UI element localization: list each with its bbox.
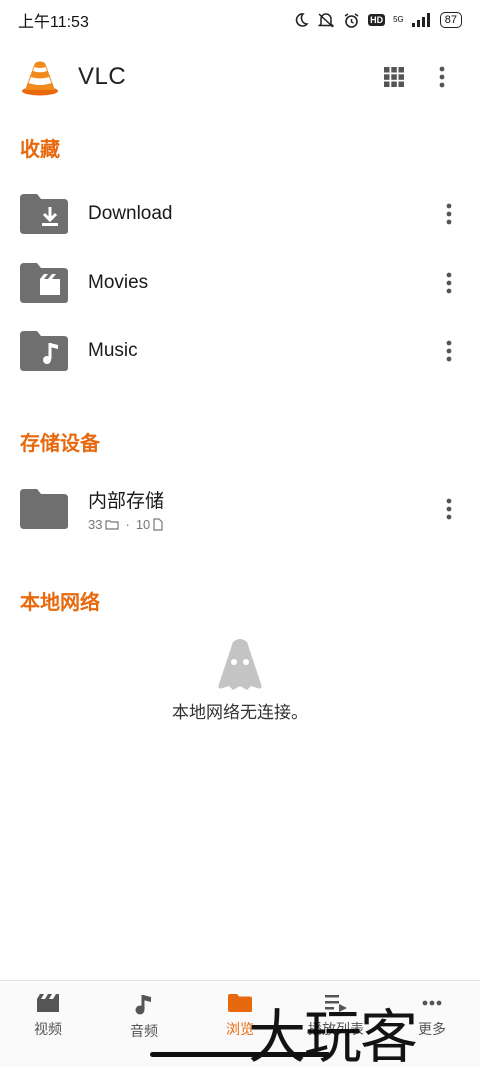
favorites-section-title: 收藏 [20,139,60,161]
folder-icon [20,489,68,529]
favorite-item-download[interactable]: Download [0,180,480,248]
status-bar: 上午11:53 HD 5G 87 [0,0,480,40]
more-vert-icon [446,272,452,294]
storage-section-title: 存储设备 [20,433,100,455]
hd-icon: HD [368,14,386,26]
overflow-menu-button[interactable] [422,57,462,97]
empty-cone-icon [218,639,262,690]
music-folder-icon [20,331,68,371]
more-vert-icon [446,203,452,225]
mute-icon [317,13,335,28]
nav-label: 音频 [130,1023,158,1039]
nav-label: 视频 [34,1021,62,1037]
more-vert-icon [439,66,445,88]
signal-icon [411,13,430,27]
small-file-icon [153,518,163,531]
nav-video[interactable]: 视频 [0,981,96,1067]
grid-view-button[interactable] [374,57,414,97]
small-folder-icon [105,520,120,530]
music-note-icon [135,995,151,1015]
battery-icon: 87 [439,12,462,28]
status-icons: HD 5G 87 [293,12,462,29]
storage-item-internal[interactable]: 内部存储 33 · 10 [0,475,480,543]
empty-message: 本地网络无连接。 [172,703,308,722]
home-indicator[interactable] [150,1052,330,1057]
item-more-button[interactable] [434,491,464,527]
favorite-label: Music [88,340,138,361]
network-section-title: 本地网络 [20,592,100,614]
favorite-item-music[interactable]: Music [0,317,480,385]
download-folder-icon [20,194,68,234]
favorite-item-movies[interactable]: Movies [0,249,480,317]
status-time: 上午11:53 [18,14,89,31]
item-more-button[interactable] [434,333,464,369]
item-more-button[interactable] [434,265,464,301]
vlc-logo-icon [22,61,58,96]
meta-separator: · [125,517,130,532]
favorite-label: Download [88,203,173,224]
moon-icon [295,13,309,27]
network-empty-state: 本地网络无连接。 [0,636,480,723]
more-icon [422,1000,442,1006]
movies-folder-icon [20,263,68,303]
video-icon [37,994,59,1012]
alarm-icon [344,12,359,28]
storage-label: 内部存储 [88,491,165,512]
favorite-label: Movies [88,272,149,293]
grid-view-icon [384,67,404,87]
file-count: 10 [135,517,151,532]
storage-meta: 33 · 10 [88,517,434,532]
more-vert-icon [446,498,452,520]
network-type: 5G [393,15,404,24]
app-title: VLC [78,63,127,90]
storage-texts: 内部存储 33 · 10 [88,486,434,532]
item-more-button[interactable] [434,196,464,232]
nav-label: 更多 [418,1021,446,1037]
folder-count: 33 [88,517,103,532]
app-bar: VLC [0,44,480,110]
more-vert-icon [446,340,452,362]
